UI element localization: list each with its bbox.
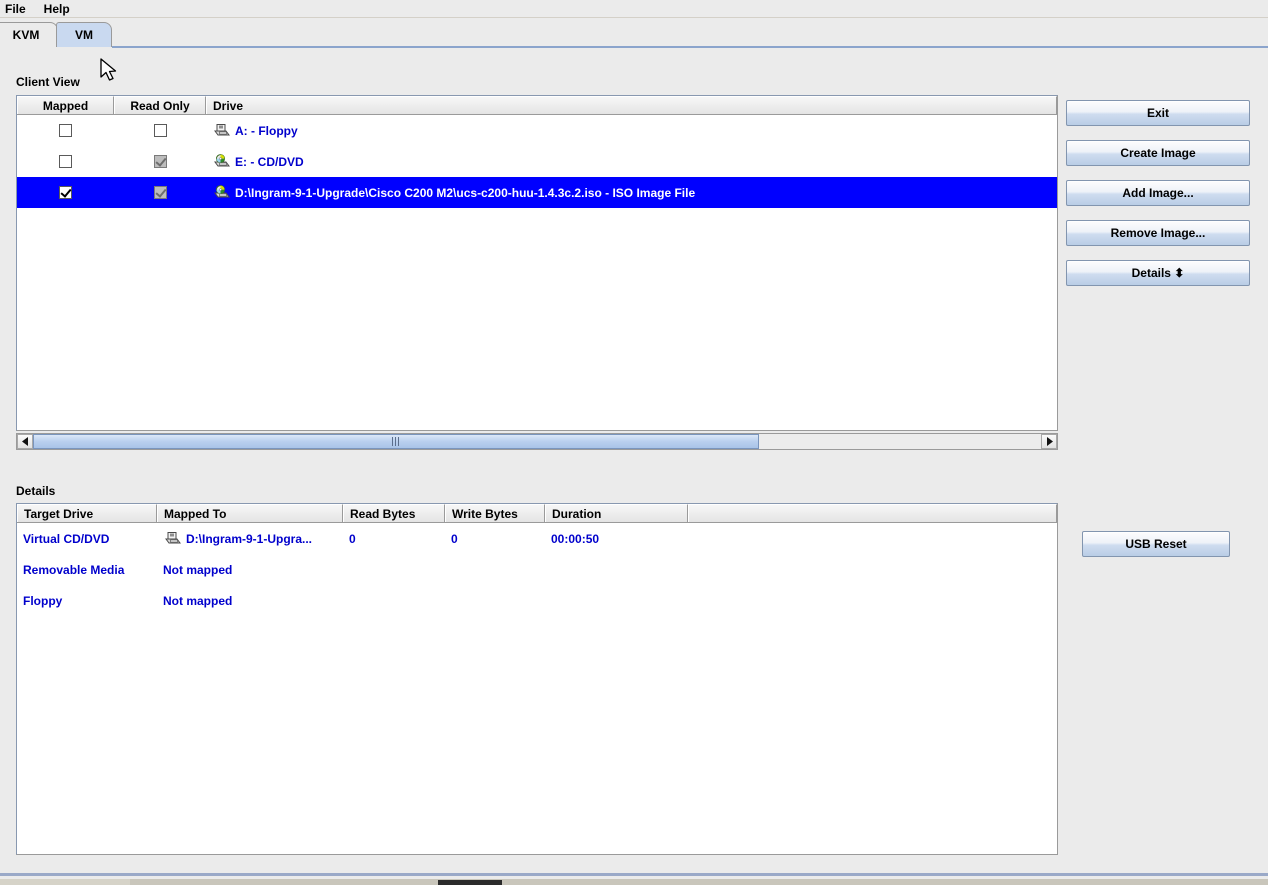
tab-strip: KVM VM [0, 19, 1268, 49]
duration-cell: 00:00:50 [545, 523, 688, 554]
drive-cell: A: - Floppy [206, 115, 1057, 146]
column-header-read-bytes[interactable]: Read Bytes [343, 504, 445, 522]
mapped-checkbox[interactable] [59, 155, 72, 168]
details-toggle-button[interactable]: Details ⬍ [1066, 260, 1250, 286]
read-bytes-cell [343, 585, 445, 616]
mouse-cursor-icon [100, 58, 120, 84]
exit-button[interactable]: Exit [1066, 100, 1250, 126]
write-bytes-cell: 0 [445, 523, 545, 554]
drive-label: A: - Floppy [235, 123, 298, 138]
details-row[interactable]: Virtual CD/DVD D:\Ingram-9-1-Upgra... 0 0 00… [17, 523, 1057, 554]
floppy-drive-icon [163, 531, 181, 546]
menu-bar: File Help [0, 0, 1268, 18]
read-only-checkbox-cell[interactable] [114, 115, 206, 146]
details-row[interactable]: Removable Media Not mapped [17, 554, 1057, 585]
client-view-body: A: - Floppy E: - CD/DVD D:\Ingram-9-1-Upgr… [17, 115, 1057, 208]
read-bytes-value: 0 [349, 531, 356, 546]
tab-vm[interactable]: VM [56, 22, 112, 47]
column-header-filler [688, 504, 1057, 522]
client-view-row[interactable]: E: - CD/DVD [17, 146, 1057, 177]
target-drive-label: Removable Media [23, 562, 125, 577]
thumb-grip [395, 437, 397, 446]
mapped-checkbox-cell[interactable] [17, 146, 114, 177]
create-image-button[interactable]: Create Image [1066, 140, 1250, 166]
client-view-hscrollbar[interactable] [16, 433, 1058, 450]
tab-kvm[interactable]: KVM [0, 22, 58, 47]
mapped-to-cell: Not mapped [157, 554, 343, 585]
drive-label: D:\Ingram-9-1-Upgrade\Cisco C200 M2\ucs-… [235, 185, 696, 200]
scroll-left-arrow-icon[interactable] [17, 434, 33, 449]
read-bytes-cell: 0 [343, 523, 445, 554]
read-bytes-cell [343, 554, 445, 585]
floppy-drive-icon [212, 123, 230, 138]
mapped-to-label: D:\Ingram-9-1-Upgra... [186, 531, 313, 546]
drive-cell: E: - CD/DVD [206, 146, 1057, 177]
read-only-checkbox[interactable] [153, 124, 167, 137]
thumb-grip [392, 437, 394, 446]
client-view-table: Mapped Read Only Drive A: - Floppy E: - C… [16, 95, 1058, 431]
details-header-row: Target Drive Mapped To Read Bytes Write … [17, 504, 1057, 523]
cd-drive-icon [212, 185, 230, 200]
target-drive-label: Virtual CD/DVD [23, 531, 110, 546]
window-bottom-border [0, 873, 1268, 876]
client-view-header-row: Mapped Read Only Drive [17, 96, 1057, 115]
mapped-to-label: Not mapped [163, 593, 233, 608]
target-drive-cell: Virtual CD/DVD [17, 523, 157, 554]
read-only-checkbox-cell[interactable] [114, 146, 206, 177]
details-body: Virtual CD/DVD D:\Ingram-9-1-Upgra... 0 0 00… [17, 523, 1057, 616]
target-drive-cell: Floppy [17, 585, 157, 616]
scrollbar-thumb[interactable] [33, 434, 759, 449]
column-header-duration[interactable]: Duration [545, 504, 688, 522]
column-header-target-drive[interactable]: Target Drive [17, 504, 157, 522]
drive-label: E: - CD/DVD [235, 154, 304, 169]
column-header-drive[interactable]: Drive [206, 96, 1057, 114]
mapped-to-label: Not mapped [163, 562, 233, 577]
mapped-checkbox[interactable] [59, 186, 72, 199]
vm-content-panel: Client View Mapped Read Only Drive A: - … [0, 50, 1268, 870]
column-header-write-bytes[interactable]: Write Bytes [445, 504, 545, 522]
drive-cell: D:\Ingram-9-1-Upgrade\Cisco C200 M2\ucs-… [206, 177, 1057, 208]
column-header-mapped-to[interactable]: Mapped To [157, 504, 343, 522]
column-header-mapped[interactable]: Mapped [17, 96, 114, 114]
duration-value: 00:00:50 [551, 531, 600, 546]
client-view-label: Client View [16, 75, 80, 89]
target-drive-cell: Removable Media [17, 554, 157, 585]
remove-image-button[interactable]: Remove Image... [1066, 220, 1250, 246]
menu-help[interactable]: Help [35, 0, 79, 18]
details-row[interactable]: Floppy Not mapped [17, 585, 1057, 616]
client-view-row[interactable]: A: - Floppy [17, 115, 1057, 146]
tab-underline [112, 46, 1268, 48]
mapped-to-cell: Not mapped [157, 585, 343, 616]
write-bytes-cell [445, 585, 545, 616]
cd-drive-icon [212, 154, 230, 169]
target-drive-label: Floppy [23, 593, 63, 608]
usb-reset-button[interactable]: USB Reset [1082, 531, 1230, 557]
write-bytes-value: 0 [451, 531, 458, 546]
read-only-checkbox [153, 186, 167, 199]
details-table: Target Drive Mapped To Read Bytes Write … [16, 503, 1058, 855]
desktop-taskbar-sliver [0, 870, 1268, 885]
read-only-checkbox-cell[interactable] [114, 177, 206, 208]
duration-cell [545, 585, 688, 616]
client-view-row[interactable]: D:\Ingram-9-1-Upgrade\Cisco C200 M2\ucs-… [17, 177, 1057, 208]
duration-cell [545, 554, 688, 585]
mapped-to-cell: D:\Ingram-9-1-Upgra... [157, 523, 343, 554]
menu-file[interactable]: File [0, 0, 35, 18]
mapped-checkbox-cell[interactable] [17, 177, 114, 208]
mapped-checkbox-cell[interactable] [17, 115, 114, 146]
add-image-button[interactable]: Add Image... [1066, 180, 1250, 206]
column-header-read-only[interactable]: Read Only [114, 96, 206, 114]
thumb-grip [398, 437, 400, 446]
taskbar-active-item [438, 880, 502, 885]
taskbar-buttons-area [130, 879, 1268, 885]
read-only-checkbox [153, 155, 167, 168]
details-label: Details [16, 484, 56, 498]
write-bytes-cell [445, 554, 545, 585]
mapped-checkbox[interactable] [59, 124, 72, 137]
scroll-right-arrow-icon[interactable] [1041, 434, 1057, 449]
scrollbar-track[interactable] [33, 434, 1041, 449]
